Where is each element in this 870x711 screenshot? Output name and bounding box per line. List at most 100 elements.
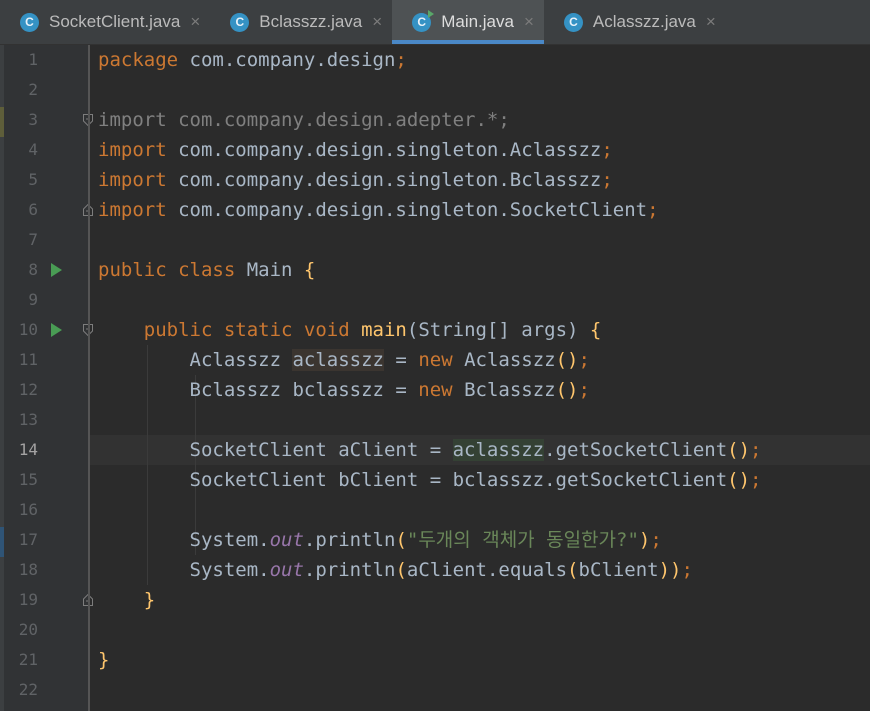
line-number: 4 xyxy=(28,140,38,159)
line-number: 1 xyxy=(28,50,38,69)
code-token: .getSocketClient xyxy=(544,439,728,461)
line-number: 15 xyxy=(18,470,38,489)
code-token-fn: () xyxy=(555,379,579,401)
code-token-fn: main xyxy=(361,319,407,341)
code-token: .println xyxy=(303,559,396,581)
code-token-kw: ; xyxy=(650,529,662,551)
code-line[interactable]: import com.company.design.singleton.Acla… xyxy=(98,135,613,165)
code-token: bClient xyxy=(578,559,659,581)
line-number: 11 xyxy=(18,350,38,369)
code-token: .println xyxy=(303,529,396,551)
code-line[interactable]: System.out.println("두개의 객체가 동일한가?"); xyxy=(98,525,662,555)
code-line[interactable]: Bclasszz bclasszz = new Bclasszz(); xyxy=(98,375,590,405)
code-token-kw: ; xyxy=(601,169,613,191)
tab-label: SocketClient.java xyxy=(49,12,181,31)
code-token-kw: ; xyxy=(681,559,693,581)
code-token-fn: () xyxy=(555,349,579,371)
code-token-kw: import xyxy=(98,199,179,221)
code-token-kw: import xyxy=(98,169,179,191)
code-token-fn: { xyxy=(589,319,602,341)
code-line[interactable]: import com.company.design.singleton.Sock… xyxy=(98,195,659,225)
code-token: Aclasszz xyxy=(464,349,556,371)
code-line[interactable]: SocketClient bClient = bclasszz.getSocke… xyxy=(98,465,762,495)
tab-aclasszz-java[interactable]: C Aclasszz.java × xyxy=(544,0,726,44)
code-token-hl-green: aclasszz xyxy=(452,439,545,461)
code-token-kw: new xyxy=(418,379,465,401)
code-token-fn: () xyxy=(727,439,751,461)
code-line[interactable]: import com.company.design.singleton.Bcla… xyxy=(98,165,613,195)
code-editor[interactable]: package com.company.design; import com.co… xyxy=(90,45,870,711)
code-token-fn: )) xyxy=(658,559,682,581)
line-number: 17 xyxy=(18,530,38,549)
code-token-fn: ( xyxy=(395,529,407,551)
code-line[interactable]: public class Main { xyxy=(98,255,315,285)
code-line[interactable]: package com.company.design; xyxy=(98,45,407,75)
runnable-badge-icon xyxy=(428,9,435,18)
java-class-icon: C xyxy=(230,12,250,32)
code-token-kw: public static void xyxy=(143,319,362,341)
code-token-fn: } xyxy=(98,649,110,671)
line-number: 22 xyxy=(18,680,38,699)
line-number: 7 xyxy=(28,230,38,249)
code-line[interactable]: SocketClient aClient = aclasszz.getSocke… xyxy=(98,435,762,465)
code-token-fn: ( xyxy=(395,559,407,581)
line-number: 5 xyxy=(28,170,38,189)
code-token: (String[] args) xyxy=(406,319,590,341)
code-token: Bclasszz xyxy=(464,379,556,401)
line-number: 14 xyxy=(18,440,38,459)
code-token-kw: ; xyxy=(395,49,407,71)
code-token-fn: () xyxy=(727,469,751,491)
line-number: 6 xyxy=(28,200,38,219)
tab-label: Bclasszz.java xyxy=(259,12,363,31)
code-token-fn: ) xyxy=(638,529,651,551)
code-token-kw: ; xyxy=(601,139,613,161)
java-class-icon: C xyxy=(563,12,583,32)
close-icon[interactable]: × xyxy=(190,12,200,32)
editor-tab-bar: C SocketClient.java × C Bclasszz.java × C Main.… xyxy=(0,0,870,45)
code-token: aClient.equals xyxy=(406,559,568,581)
code-line[interactable]: } xyxy=(98,645,109,675)
code-token: = xyxy=(383,349,419,371)
code-token-fld: out xyxy=(269,529,304,551)
line-number: 3 xyxy=(28,110,38,129)
code-token-fn: ( xyxy=(567,559,579,581)
code-line[interactable]: public static void main(String[] args) { xyxy=(98,315,602,345)
line-number: 16 xyxy=(18,500,38,519)
close-icon[interactable]: × xyxy=(372,12,382,32)
tab-bclasszz-java[interactable]: C Bclasszz.java × xyxy=(210,0,392,44)
run-gutter-icon[interactable] xyxy=(51,323,62,337)
code-token: System. xyxy=(98,559,270,581)
line-number: 13 xyxy=(18,410,38,429)
code-line[interactable]: System.out.println(aClient.equals(bClien… xyxy=(98,555,693,585)
line-number: 8 xyxy=(28,260,38,279)
code-token-kw: ; xyxy=(750,469,762,491)
tab-main-java[interactable]: C Main.java × xyxy=(392,0,544,44)
code-line[interactable]: Aclasszz aclasszz = new Aclasszz(); xyxy=(98,345,590,375)
line-number-gutter[interactable]: 1 2 3 4 5 6 7 8 9 10 11 12 13 14 15 16 17 18 19 20 21 22 xyxy=(4,45,93,711)
code-token-kw: public class xyxy=(98,259,247,281)
code-token: com.company.design xyxy=(189,49,396,71)
code-token: Aclasszz xyxy=(98,349,293,371)
tab-label: Aclasszz.java xyxy=(592,12,696,31)
line-number: 10 xyxy=(18,320,38,339)
code-token: System. xyxy=(98,529,270,551)
code-token-fld: out xyxy=(269,559,304,581)
code-token: com.company.design.singleton.SocketClien… xyxy=(178,199,648,221)
run-gutter-icon[interactable] xyxy=(51,263,62,277)
code-token: SocketClient bClient = bclasszz.getSocke… xyxy=(98,469,728,491)
line-number: 9 xyxy=(28,290,38,309)
close-icon[interactable]: × xyxy=(524,12,534,32)
java-class-icon: C xyxy=(20,12,39,32)
code-token: Main xyxy=(246,259,304,281)
code-line[interactable]: import com.company.design.adepter.*; xyxy=(98,105,510,135)
line-number: 2 xyxy=(28,80,38,99)
code-token-kw: ; xyxy=(578,349,590,371)
close-icon[interactable]: × xyxy=(706,12,716,32)
code-token-kw: ; xyxy=(647,199,659,221)
tab-socketclient-java[interactable]: C SocketClient.java × xyxy=(0,0,210,44)
code-token-kw: package xyxy=(98,49,190,71)
code-line[interactable]: } xyxy=(98,585,155,615)
line-number: 21 xyxy=(18,650,38,669)
code-token-unused: import com.company.design.adepter.*; xyxy=(98,109,510,131)
